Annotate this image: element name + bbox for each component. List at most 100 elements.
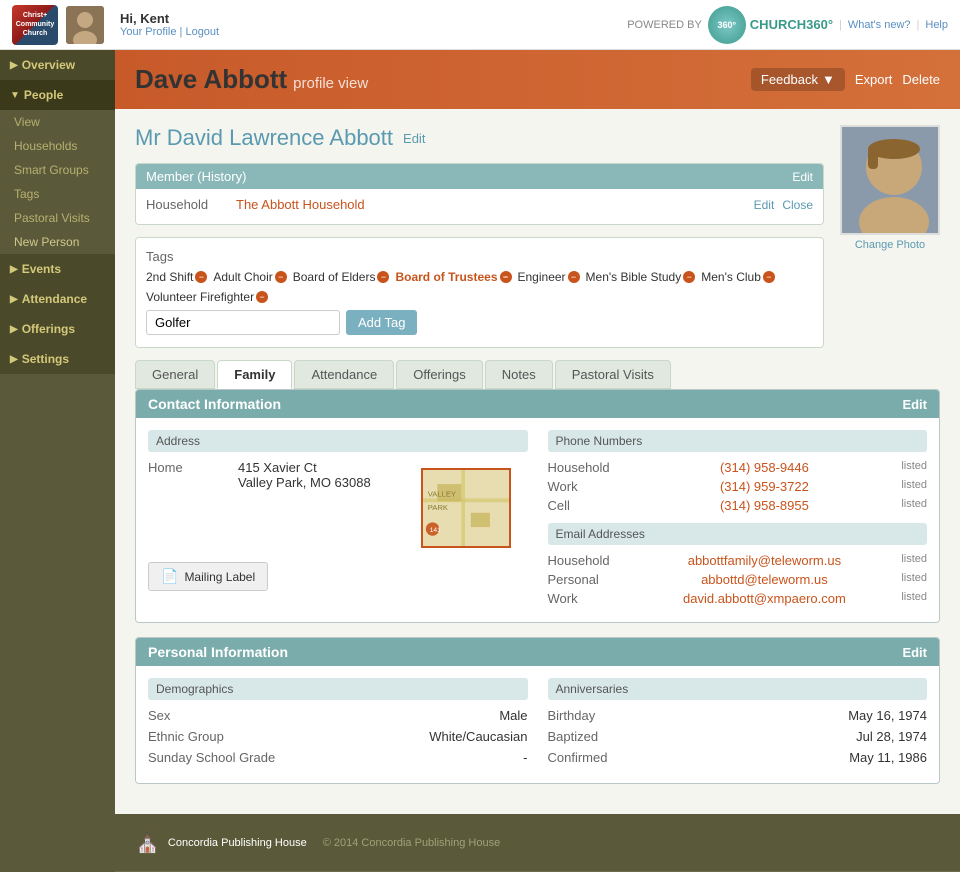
profile-header-name-row: Dave Abbott profile view xyxy=(135,64,368,95)
email-val-personal[interactable]: abbottd@teleworm.us xyxy=(701,572,828,587)
attendance-section: ▶ Attendance xyxy=(0,284,115,314)
member-edit-link[interactable]: Edit xyxy=(792,170,813,184)
feedback-button[interactable]: Feedback ▼ xyxy=(751,68,845,91)
phone-val-household[interactable]: (314) 958-9446 xyxy=(720,460,809,475)
phone-row-work: Work (314) 959-3722 listed xyxy=(548,479,928,494)
contact-col-left: Address Home 415 Xavier Ct Valley Park, … xyxy=(148,430,528,610)
remove-adult-choir[interactable]: − xyxy=(275,271,287,283)
person-full-name-row: Mr David Lawrence Abbott Edit xyxy=(135,125,824,151)
help-link[interactable]: Help xyxy=(925,19,948,31)
email-val-household[interactable]: abbottfamily@teleworm.us xyxy=(688,553,841,568)
remove-2nd-shift[interactable]: − xyxy=(195,271,207,283)
change-photo-link[interactable]: Change Photo xyxy=(840,239,940,251)
remove-mens-club[interactable]: − xyxy=(763,271,775,283)
sex-row: Sex Male xyxy=(148,708,528,723)
church360-logo: 360° CHURCH360° xyxy=(708,6,833,44)
tag-mens-bible: Men's Bible Study − xyxy=(586,270,696,284)
remove-volunteer[interactable]: − xyxy=(256,291,268,303)
tab-family[interactable]: Family xyxy=(217,360,292,389)
logout-link[interactable]: Logout xyxy=(185,26,219,38)
add-tag-button[interactable]: Add Tag xyxy=(346,310,417,335)
email-type-work: Work xyxy=(548,591,628,606)
sidebar-item-new-person[interactable]: New Person xyxy=(0,230,115,254)
sidebar-settings-header[interactable]: ▶ Settings xyxy=(0,344,115,374)
person-name-edit-link[interactable]: Edit xyxy=(403,131,425,146)
remove-board-elders[interactable]: − xyxy=(377,271,389,283)
sidebar-item-smart-groups[interactable]: Smart Groups xyxy=(0,158,115,182)
household-row: Household The Abbott Household Edit Clos… xyxy=(146,197,813,212)
personal-col-right: Anniversaries Birthday May 16, 1974 Bapt… xyxy=(548,678,928,771)
phone-type-household: Household xyxy=(548,460,628,475)
tab-offerings[interactable]: Offerings xyxy=(396,360,483,389)
email-val-work[interactable]: david.abbott@xmpaero.com xyxy=(683,591,846,606)
tab-notes[interactable]: Notes xyxy=(485,360,553,389)
remove-engineer[interactable]: − xyxy=(568,271,580,283)
settings-arrow: ▶ xyxy=(10,354,18,365)
contact-col-right: Phone Numbers Household (314) 958-9446 l… xyxy=(548,430,928,610)
profile-header: Dave Abbott profile view Feedback ▼ Expo… xyxy=(115,50,960,109)
feedback-arrow-icon: ▼ xyxy=(822,72,835,87)
church360-text: CHURCH360° xyxy=(750,17,833,32)
people-section: ▼ People View Households Smart Groups Ta… xyxy=(0,80,115,254)
your-profile-link[interactable]: Your Profile xyxy=(120,26,176,38)
footer-logo: ⛪ Concordia Publishing House xyxy=(135,830,307,855)
address-header: Address xyxy=(148,430,528,452)
powered-by-text: POWERED BY xyxy=(627,19,702,31)
church360-badge: 360° xyxy=(708,6,746,44)
sidebar-attendance-header[interactable]: ▶ Attendance xyxy=(0,284,115,314)
sidebar-item-view[interactable]: View xyxy=(0,110,115,134)
household-name[interactable]: The Abbott Household xyxy=(236,197,365,212)
svg-text:141: 141 xyxy=(429,527,440,534)
sidebar-people-label: People xyxy=(24,88,63,102)
person-photo xyxy=(840,125,940,235)
phone-listed-household: listed xyxy=(901,460,927,475)
mailing-label-button[interactable]: 📄 Mailing Label xyxy=(148,562,268,591)
sidebar-offerings-header[interactable]: ▶ Offerings xyxy=(0,314,115,344)
tag-mens-club: Men's Club − xyxy=(701,270,775,284)
email-listed-household: listed xyxy=(901,553,927,568)
ethnic-group-value: White/Caucasian xyxy=(429,729,527,744)
tab-general[interactable]: General xyxy=(135,360,215,389)
sidebar-item-households[interactable]: Households xyxy=(0,134,115,158)
remove-mens-bible[interactable]: − xyxy=(683,271,695,283)
sidebar-item-tags[interactable]: Tags xyxy=(0,182,115,206)
personal-panel-body: Demographics Sex Male Ethnic Group White… xyxy=(136,666,939,783)
baptized-label: Baptized xyxy=(548,729,599,744)
export-button[interactable]: Export xyxy=(855,72,893,87)
whats-new-link[interactable]: What's new? xyxy=(848,19,911,31)
profile-name: Dave Abbott xyxy=(135,64,287,95)
tags-area: 2nd Shift − Adult Choir − Board of Elder… xyxy=(146,270,813,335)
tab-attendance[interactable]: Attendance xyxy=(294,360,394,389)
email-listed-work: listed xyxy=(901,591,927,606)
sunday-school-label: Sunday School Grade xyxy=(148,750,288,765)
sidebar-events-header[interactable]: ▶ Events xyxy=(0,254,115,284)
offerings-section: ▶ Offerings xyxy=(0,314,115,344)
delete-button[interactable]: Delete xyxy=(902,72,940,87)
remove-board-trustees[interactable]: − xyxy=(500,271,512,283)
sidebar-item-pastoral-visits[interactable]: Pastoral Visits xyxy=(0,206,115,230)
sidebar-overview-header[interactable]: ▶ Overview xyxy=(0,50,115,80)
sex-value: Male xyxy=(499,708,527,723)
personal-edit-link[interactable]: Edit xyxy=(902,645,927,660)
anniversaries-header: Anniversaries xyxy=(548,678,928,700)
tag-input[interactable] xyxy=(146,310,340,335)
sex-label: Sex xyxy=(148,708,288,723)
sidebar-people-header[interactable]: ▼ People xyxy=(0,80,115,110)
sidebar-attendance-label: Attendance xyxy=(22,292,87,306)
household-actions: Edit Close xyxy=(754,198,813,212)
contact-edit-link[interactable]: Edit xyxy=(902,397,927,412)
sidebar-events-label: Events xyxy=(22,262,61,276)
contact-panel-body: Address Home 415 Xavier Ct Valley Park, … xyxy=(136,418,939,622)
household-close-link[interactable]: Close xyxy=(782,198,813,212)
tags-section-body: Tags 2nd Shift − Adult Choir − Board of … xyxy=(136,238,823,347)
address-row: Home 415 Xavier Ct Valley Park, MO 63088 xyxy=(148,460,371,490)
map-placeholder[interactable]: VALLEY PARK 141 xyxy=(421,468,511,548)
logo-area: Christ+CommunityChurch Hi, Kent Your Pro… xyxy=(12,5,219,45)
household-edit-link[interactable]: Edit xyxy=(754,198,775,212)
phone-val-cell[interactable]: (314) 958-8955 xyxy=(720,498,809,513)
phone-val-work[interactable]: (314) 959-3722 xyxy=(720,479,809,494)
tab-pastoral-visits[interactable]: Pastoral Visits xyxy=(555,360,671,389)
people-arrow: ▼ xyxy=(10,90,20,101)
avatar xyxy=(66,6,104,44)
profile-top: Mr David Lawrence Abbott Edit Member (Hi… xyxy=(135,125,940,389)
